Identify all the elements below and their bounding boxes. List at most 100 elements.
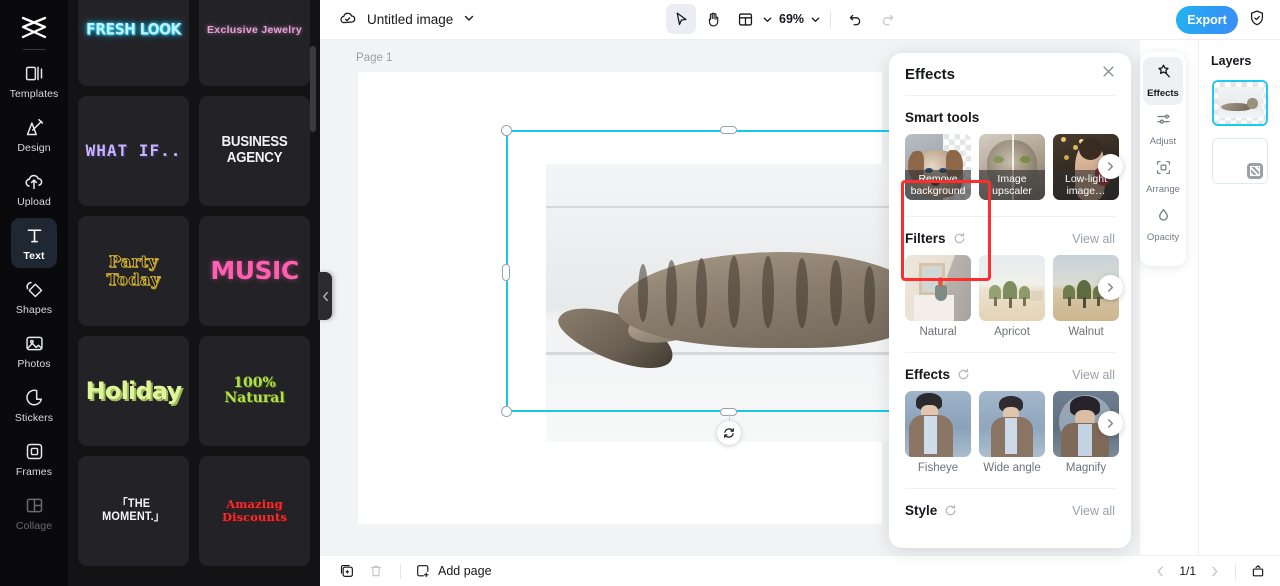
template-card[interactable]: BUSINESS AGENCY [199, 96, 310, 206]
reset-icon[interactable] [957, 368, 970, 381]
template-label: WHAT IF.. [85, 141, 182, 161]
page-surface[interactable] [358, 72, 1069, 524]
effects-view-all-link[interactable]: View all [1072, 368, 1115, 382]
sidebar-item-design[interactable]: Design [11, 110, 57, 160]
undo-button[interactable] [840, 4, 870, 34]
shield-check-icon[interactable] [1248, 9, 1266, 32]
prev-page-button[interactable] [1154, 565, 1167, 578]
template-card[interactable]: Amazing Discounts [199, 456, 310, 566]
template-card[interactable]: WHAT IF.. [78, 96, 189, 206]
tab-label: Effects [1147, 88, 1179, 99]
duplicate-page-button[interactable] [334, 559, 359, 584]
sidebar-item-upload[interactable]: Upload [11, 164, 57, 214]
thumbnail [905, 391, 971, 457]
effect-fisheye[interactable]: Fisheye [905, 391, 971, 474]
chevron-left-icon [322, 291, 328, 301]
delete-page-button[interactable] [363, 559, 388, 584]
style-view-all-link[interactable]: View all [1072, 504, 1115, 518]
smart-tools-next-button[interactable] [1098, 154, 1123, 179]
filter-label: Apricot [994, 326, 1030, 338]
effects-next-button[interactable] [1098, 411, 1123, 436]
section-header-style: Style View all [889, 489, 1131, 527]
zoom-chevron-down-icon[interactable] [810, 14, 821, 25]
resize-handle-top-center[interactable] [720, 126, 737, 134]
sidebar-item-text[interactable]: Text [11, 218, 57, 268]
smart-tool-remove-background[interactable]: Remove background [905, 134, 971, 200]
panel-title: Effects [905, 65, 956, 83]
capcut-logo-icon[interactable] [17, 12, 51, 42]
collage-icon [23, 494, 45, 516]
sidebar-item-shapes[interactable]: Shapes [11, 272, 57, 322]
sidebar-item-label: Collage [15, 520, 53, 532]
section-title: Smart tools [905, 110, 980, 125]
template-label: BUSINESS AGENCY [221, 134, 288, 166]
layer-thumb-cat-image[interactable] [1211, 80, 1268, 126]
layout-tool-button[interactable] [730, 4, 760, 34]
panel-collapse-handle[interactable] [318, 272, 332, 320]
sidebar-item-frames[interactable]: Frames [11, 434, 57, 484]
document-title[interactable]: Untitled image [367, 12, 453, 27]
effects-panel-header: Effects [889, 53, 1131, 95]
template-card[interactable]: 100% Natural [199, 336, 310, 446]
sidebar-item-label: Text [23, 250, 45, 262]
resize-handle-bottom-left[interactable] [501, 406, 512, 417]
filters-view-all-link[interactable]: View all [1072, 232, 1115, 246]
reset-icon[interactable] [953, 232, 966, 245]
filter-natural[interactable]: Natural [905, 255, 971, 338]
redo-button[interactable] [872, 4, 902, 34]
add-page-button[interactable]: Add page [413, 563, 492, 579]
sidebar-item-collage[interactable]: Collage [11, 488, 57, 538]
filter-apricot[interactable]: Apricot [979, 255, 1045, 338]
hand-tool-button[interactable] [698, 4, 728, 34]
text-template-panel: FRESH LOOK Exclusive Jewelry WHAT IF.. B… [68, 0, 320, 586]
template-card[interactable]: Exclusive Jewelry [199, 0, 310, 86]
export-button[interactable]: Export [1176, 6, 1238, 34]
select-tool-button[interactable] [666, 4, 696, 34]
chevron-right-icon [1107, 162, 1114, 171]
layer-thumb-blank[interactable] [1211, 138, 1268, 184]
cloud-saved-icon[interactable] [338, 8, 357, 32]
rotate-icon [724, 428, 734, 438]
template-card[interactable]: 「THE MOMENT.」 [78, 456, 189, 566]
arrange-icon [1155, 159, 1172, 181]
tab-effects[interactable]: Effects [1143, 57, 1183, 105]
template-card[interactable]: MUSIC [199, 216, 310, 326]
timeline-button[interactable] [1250, 563, 1266, 579]
thumbnail [905, 255, 971, 321]
template-card[interactable]: Party Today [78, 216, 189, 326]
add-page-icon [415, 563, 431, 579]
effect-label: Wide angle [983, 462, 1041, 474]
tab-adjust[interactable]: Adjust [1143, 105, 1183, 153]
effect-wide-angle[interactable]: Wide angle [979, 391, 1045, 474]
effects-panel: Effects Smart tools Remove background Im… [889, 53, 1131, 548]
smart-tools-row: Remove background Image upscaler Low-lig… [889, 134, 1131, 200]
zoom-level[interactable]: 69% [775, 12, 808, 26]
sliders-icon [1155, 111, 1172, 133]
sidebar-item-stickers[interactable]: Stickers [11, 380, 57, 430]
rotate-handle[interactable] [716, 420, 742, 446]
tab-label: Opacity [1146, 232, 1180, 243]
template-card[interactable]: Holiday [78, 336, 189, 446]
template-label: Party Today [106, 252, 161, 289]
editor-root: Templates Design Upload Text Shapes Phot… [0, 0, 1280, 586]
reset-icon[interactable] [944, 504, 957, 517]
layout-chevron-down-icon[interactable] [762, 14, 773, 25]
close-icon[interactable] [1101, 64, 1116, 84]
sidebar-item-templates[interactable]: Templates [10, 56, 58, 106]
resize-handle-left-middle[interactable] [502, 264, 510, 281]
filters-next-button[interactable] [1098, 275, 1123, 300]
resize-handle-top-left[interactable] [501, 125, 512, 136]
chevron-right-icon [1107, 419, 1114, 428]
tab-arrange[interactable]: Arrange [1143, 153, 1183, 201]
tab-opacity[interactable]: Opacity [1143, 201, 1183, 249]
template-panel-scrollbar[interactable] [310, 46, 316, 132]
sidebar-item-photos[interactable]: Photos [11, 326, 57, 376]
section-header-effects: Effects View all [889, 353, 1131, 391]
next-page-button[interactable] [1208, 565, 1221, 578]
smart-tool-image-upscaler[interactable]: Image upscaler [979, 134, 1045, 200]
thumbnail [979, 255, 1045, 321]
template-card[interactable]: FRESH LOOK [78, 0, 189, 86]
thumbnail [979, 391, 1045, 457]
document-title-group: Untitled image [320, 8, 475, 32]
chevron-down-icon[interactable] [463, 11, 475, 29]
